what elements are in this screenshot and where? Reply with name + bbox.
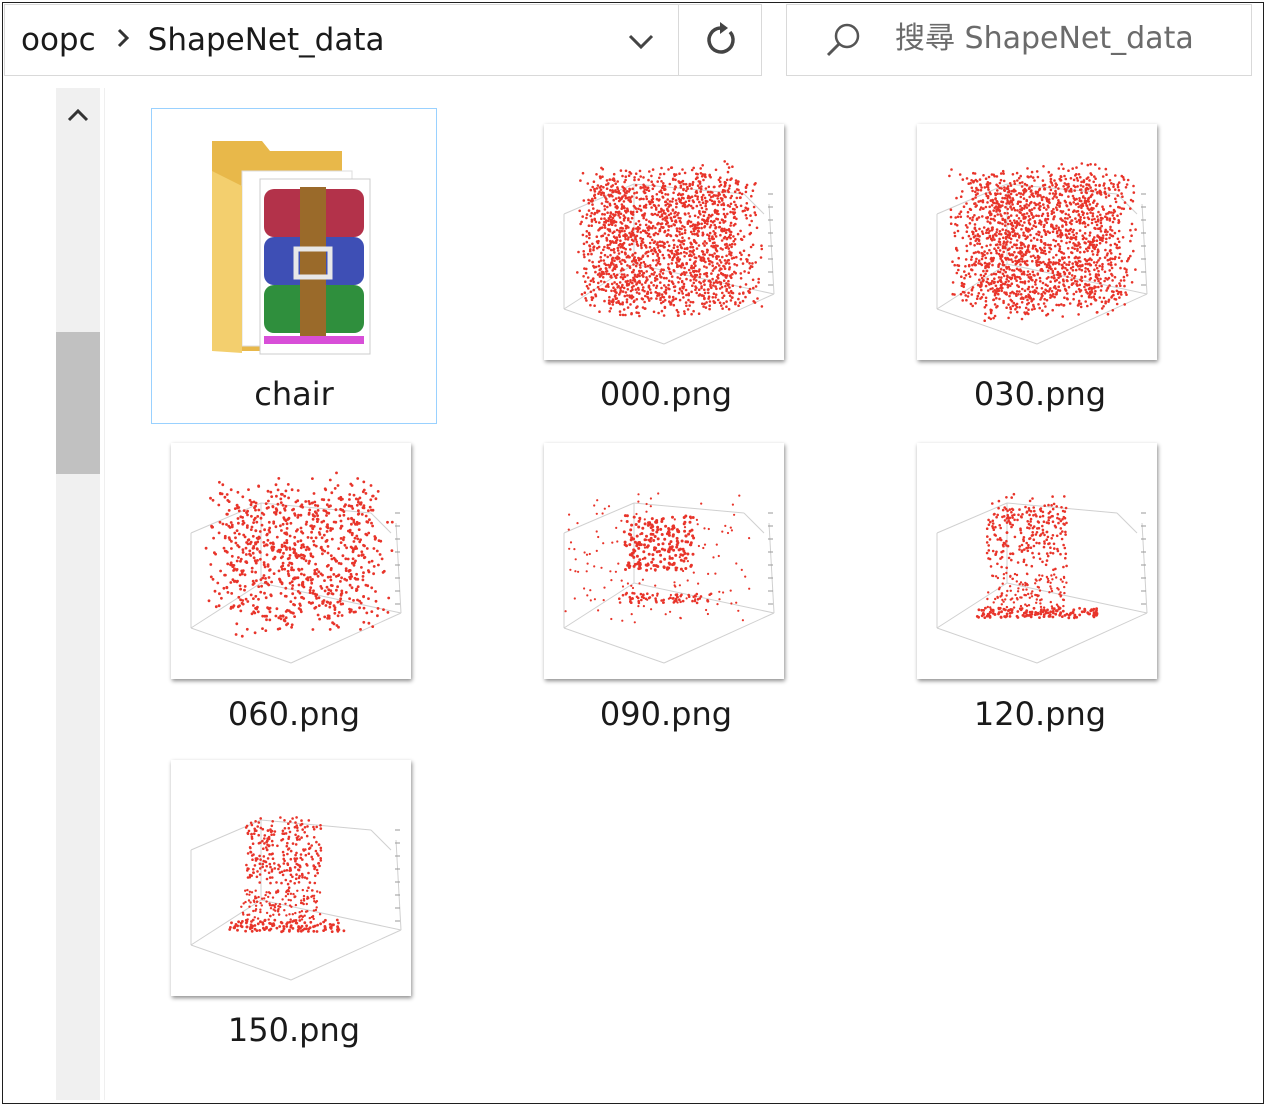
point-cloud-plot — [936, 492, 1148, 664]
breadcrumb-chevron-icon[interactable] — [116, 27, 130, 54]
point-cloud-plot — [563, 160, 775, 345]
image-thumbnail[interactable] — [171, 443, 411, 679]
file-name-label: 060.png — [227, 695, 361, 733]
breadcrumb-current[interactable]: ShapeNet_data — [148, 24, 385, 56]
image-thumbnail[interactable] — [917, 124, 1157, 360]
chevron-down-icon[interactable] — [623, 27, 659, 55]
vertical-scrollbar[interactable] — [56, 88, 100, 1100]
search-placeholder: 搜尋 ShapeNet_data — [895, 21, 1194, 56]
image-thumbnail[interactable] — [544, 443, 784, 679]
file-name-label: 150.png — [227, 1011, 361, 1049]
breadcrumb-root[interactable]: oopc — [21, 24, 96, 56]
search-icon — [826, 23, 860, 57]
point-cloud-plot — [936, 162, 1148, 345]
file-name-label: 090.png — [599, 695, 733, 733]
point-cloud-plot — [190, 471, 402, 664]
refresh-icon — [707, 22, 735, 54]
file-name-label: 000.png — [599, 375, 733, 413]
address-bar[interactable]: oopc ShapeNet_data — [4, 4, 678, 76]
image-thumbnail[interactable] — [171, 760, 411, 996]
archive-folder-icon — [212, 141, 371, 355]
search-box[interactable]: 搜尋 ShapeNet_data — [786, 4, 1252, 76]
image-thumbnail[interactable] — [917, 443, 1157, 679]
refresh-button[interactable] — [678, 4, 762, 76]
image-thumbnail[interactable] — [544, 124, 784, 360]
point-cloud-plot — [563, 492, 775, 664]
scrollbar-thumb[interactable] — [56, 332, 100, 474]
point-cloud-plot — [190, 816, 402, 981]
file-name-label: chair — [254, 375, 334, 413]
file-name-label: 030.png — [973, 375, 1107, 413]
chevron-up-icon[interactable] — [66, 104, 90, 126]
file-name-label: 120.png — [973, 695, 1107, 733]
pane-divider — [104, 88, 105, 1100]
